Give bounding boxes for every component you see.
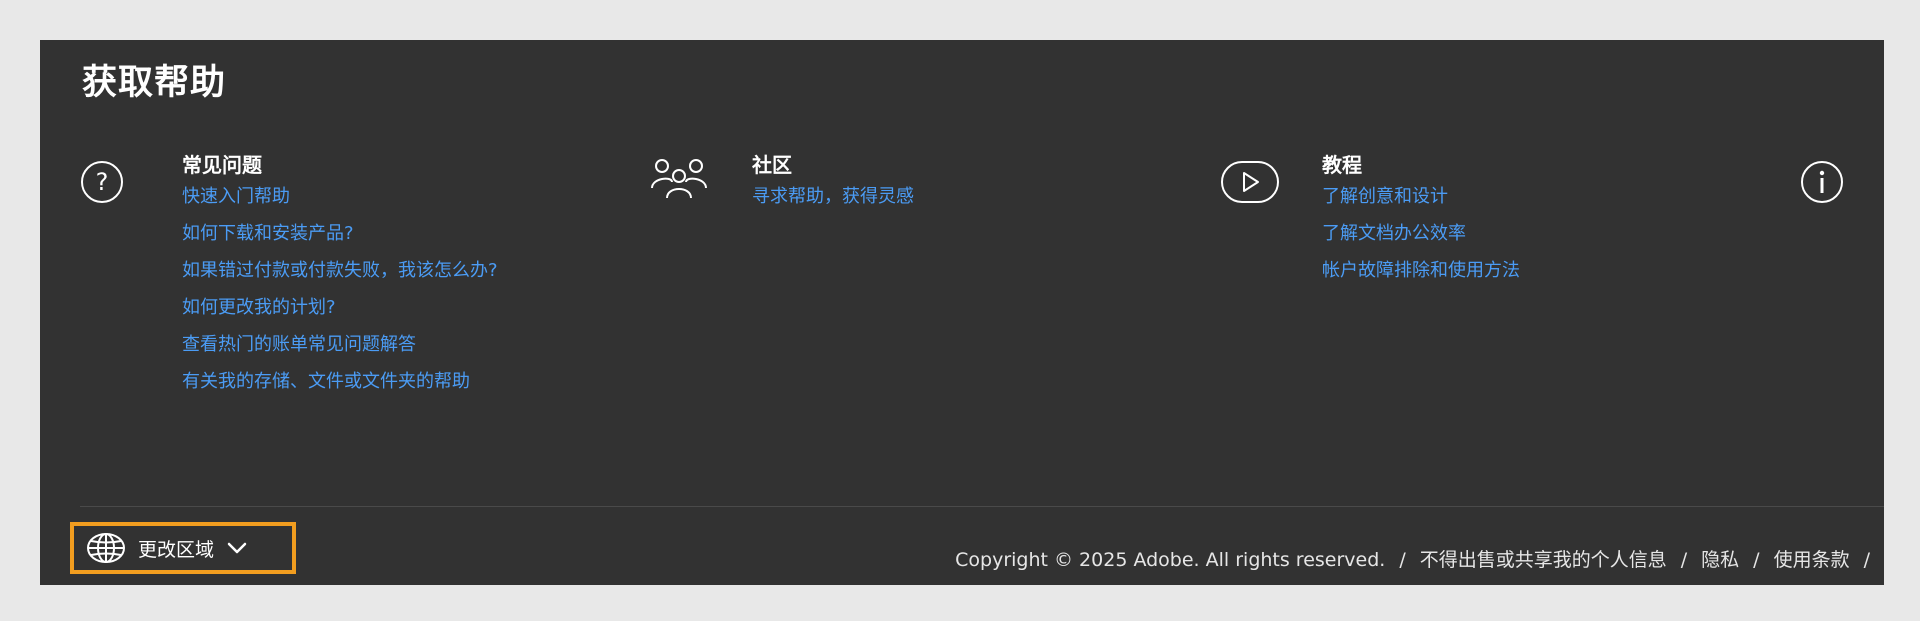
globe-icon: [87, 533, 125, 563]
svg-text:?: ?: [96, 168, 109, 196]
faq-link-storage-help[interactable]: 有关我的存储、文件或文件夹的帮助: [182, 367, 592, 396]
do-not-sell-link[interactable]: 不得出售或共享我的个人信息: [1420, 548, 1667, 572]
question-icon: ?: [81, 161, 123, 203]
copyright-text: Copyright © 2025 Adobe. All rights reser…: [955, 549, 1386, 571]
footer-divider: [80, 506, 1884, 507]
tutorials-heading: 教程: [1322, 153, 1362, 177]
separator: /: [1753, 549, 1760, 571]
community-link-get-help[interactable]: 寻求帮助，获得灵感: [752, 182, 1132, 211]
faq-link-billing-faq[interactable]: 查看热门的账单常见问题解答: [182, 330, 592, 359]
legal-bar: Copyright © 2025 Adobe. All rights reser…: [955, 548, 1884, 572]
community-links: 寻求帮助，获得灵感: [752, 182, 1132, 219]
faq-link-download-install[interactable]: 如何下载和安装产品?: [182, 219, 592, 248]
faq-heading: 常见问题: [182, 153, 262, 177]
help-footer-panel: 获取帮助 ? 常见问题 快速入门帮助 如何下载和安装产品? 如果错过付款或付款失…: [40, 40, 1884, 585]
change-region-label: 更改区域: [138, 538, 215, 561]
faq-link-missed-payment[interactable]: 如果错过付款或付款失败，我该怎么办?: [182, 256, 592, 285]
separator: /: [1680, 549, 1688, 571]
separator: /: [1399, 549, 1406, 571]
faq-link-quick-start[interactable]: 快速入门帮助: [182, 182, 592, 211]
change-region-button[interactable]: 更改区域: [70, 522, 296, 574]
terms-link[interactable]: 使用条款: [1774, 548, 1850, 572]
tutorials-links: 了解创意和设计 了解文档办公效率 帐户故障排除和使用方法: [1322, 182, 1702, 293]
chevron-down-icon: [227, 542, 247, 554]
community-icon: [651, 159, 707, 199]
page-title: 获取帮助: [82, 63, 227, 103]
tutorial-link-document-productivity[interactable]: 了解文档办公效率: [1322, 219, 1702, 248]
separator: /: [1863, 549, 1870, 571]
tutorial-link-creative-design[interactable]: 了解创意和设计: [1322, 182, 1702, 211]
info-icon: [1801, 161, 1843, 203]
faq-links: 快速入门帮助 如何下载和安装产品? 如果错过付款或付款失败，我该怎么办? 如何更…: [182, 182, 592, 404]
community-heading: 社区: [752, 153, 792, 177]
tutorial-link-account-troubleshooting[interactable]: 帐户故障排除和使用方法: [1322, 256, 1702, 285]
faq-link-change-plan[interactable]: 如何更改我的计划?: [182, 293, 592, 322]
privacy-link[interactable]: 隐私: [1701, 548, 1739, 572]
play-icon: [1221, 161, 1279, 203]
